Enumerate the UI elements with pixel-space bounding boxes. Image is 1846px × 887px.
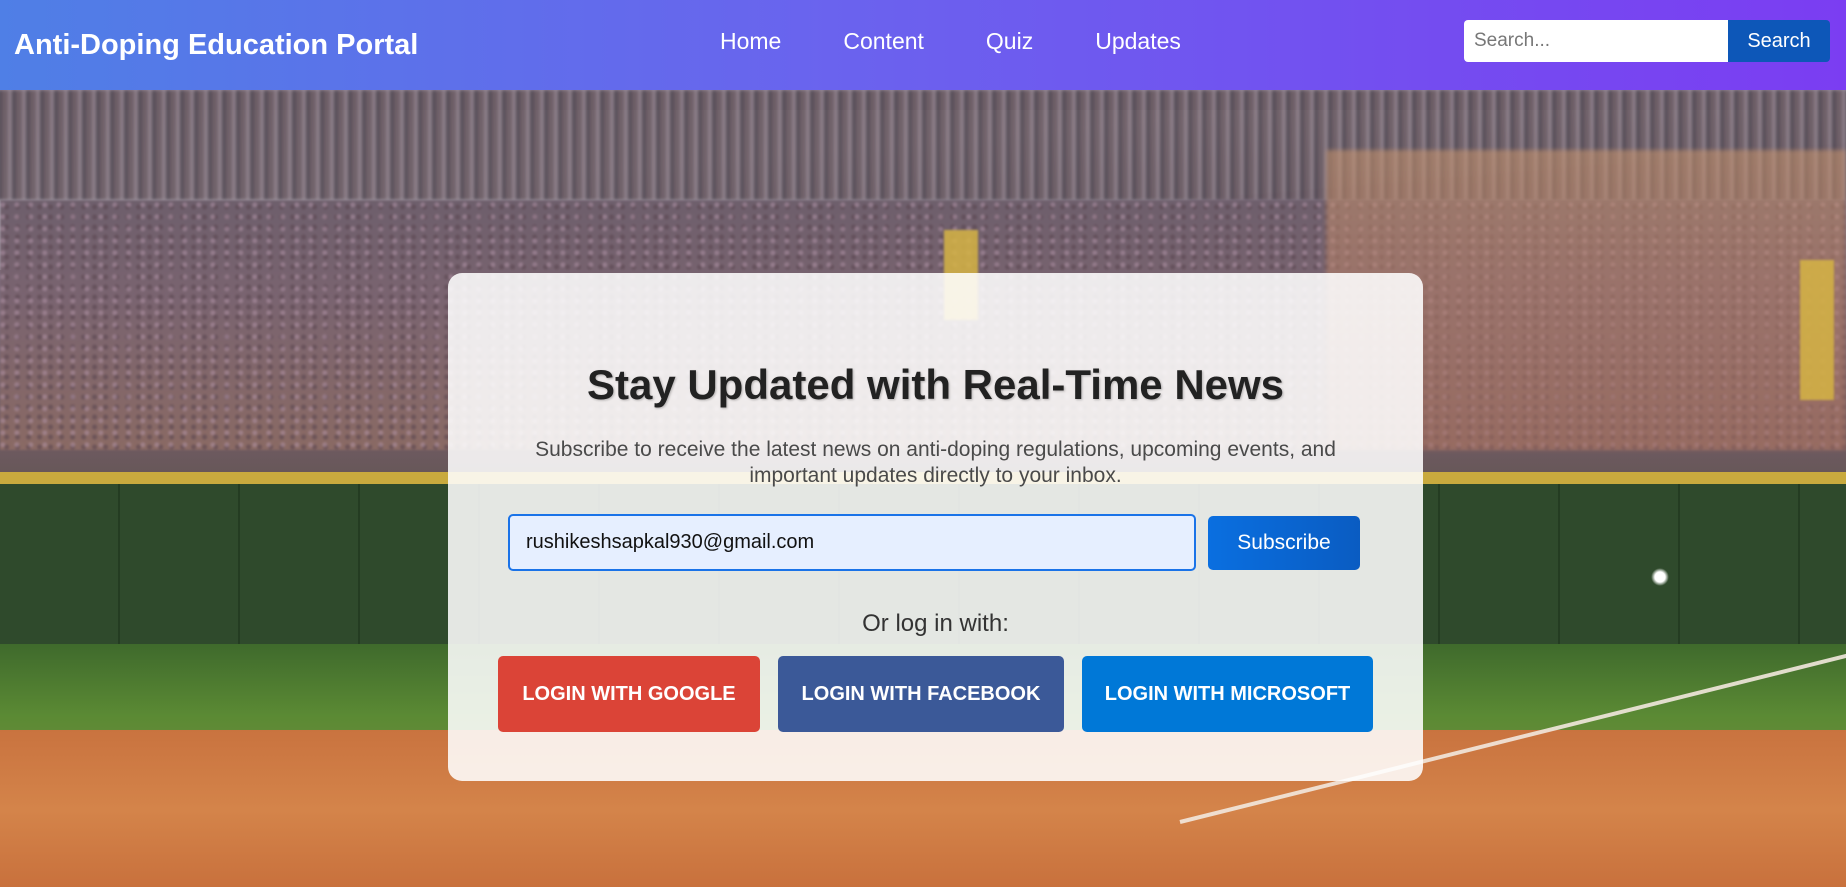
main-nav: Home Content Quiz Updates (720, 0, 1181, 82)
nav-content-link[interactable]: Content (843, 28, 924, 55)
subscribe-form: Subscribe (508, 514, 1360, 571)
card-description: Subscribe to receive the latest news on … (535, 438, 1336, 487)
login-divider-text: Or log in with: (862, 610, 1009, 637)
subscribe-button[interactable]: Subscribe (1208, 516, 1360, 570)
nav-updates-link[interactable]: Updates (1095, 28, 1181, 55)
search-bar: Search (1464, 20, 1830, 62)
newsletter-card: Stay Updated with Real-Time News Subscri… (448, 273, 1423, 781)
top-header: Anti-Doping Education Portal Home Conten… (0, 0, 1846, 90)
search-input[interactable] (1464, 20, 1728, 62)
nav-quiz-link[interactable]: Quiz (986, 28, 1033, 55)
login-facebook-button[interactable]: LOGIN WITH FACEBOOK (778, 656, 1064, 732)
login-google-button[interactable]: LOGIN WITH GOOGLE (498, 656, 760, 732)
site-title: Anti-Doping Education Portal (14, 28, 419, 61)
search-button[interactable]: Search (1728, 20, 1830, 62)
login-microsoft-button[interactable]: LOGIN WITH MICROSOFT (1082, 656, 1373, 732)
nav-home-link[interactable]: Home (720, 28, 781, 55)
card-heading: Stay Updated with Real-Time News (586, 361, 1285, 408)
social-login-group: LOGIN WITH GOOGLE LOGIN WITH FACEBOOK LO… (498, 656, 1373, 732)
email-field[interactable] (508, 514, 1196, 571)
